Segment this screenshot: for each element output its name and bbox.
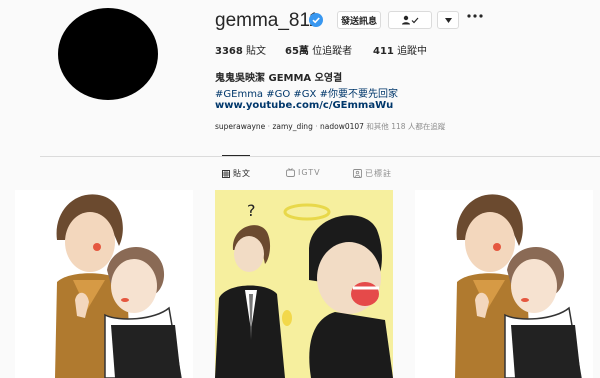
tab-label: 已標註 xyxy=(365,169,392,178)
cartoon-illustration: ? xyxy=(215,190,393,378)
posts-count-stat: 3368 貼文 xyxy=(215,46,267,57)
more-options-icon[interactable] xyxy=(467,14,483,18)
tab-label: IGTV xyxy=(298,168,321,177)
caret-down-icon xyxy=(444,17,452,23)
person-check-icon xyxy=(402,15,419,25)
profile-external-link[interactable]: www.youtube.com/c/GEmmaWu xyxy=(215,100,393,111)
post-thumbnail[interactable] xyxy=(415,190,593,378)
message-button[interactable]: 發送訊息 xyxy=(337,11,381,29)
followed-by-user[interactable]: nadow0107 xyxy=(320,122,364,131)
username: gemma_811 xyxy=(215,10,320,31)
svg-text:?: ? xyxy=(247,201,256,220)
tab-tagged[interactable]: 已標註 xyxy=(353,168,392,179)
followers-count-stat[interactable]: 65萬 位追蹤者 xyxy=(285,42,352,57)
profile-avatar[interactable] xyxy=(58,8,158,100)
following-button[interactable] xyxy=(388,11,432,29)
following-count-stat[interactable]: 411 追蹤中 xyxy=(373,42,427,57)
profile-hashtags[interactable]: #GEmma #GO #GX #你要不要先回家 xyxy=(215,85,398,100)
tab-label: 貼文 xyxy=(233,169,251,178)
followed-by-line[interactable]: superawayne · zamy_ding · nadow0107 和其他 … xyxy=(215,121,445,132)
igtv-icon xyxy=(286,168,295,177)
suggestions-dropdown-button[interactable] xyxy=(437,11,459,29)
tab-igtv[interactable]: IGTV xyxy=(286,168,321,177)
tagged-icon xyxy=(353,169,362,178)
profile-full-name: 鬼鬼吳映潔 GEMMA 오영결 xyxy=(215,73,343,84)
active-tab-indicator xyxy=(222,155,250,156)
followed-by-user[interactable]: superawayne xyxy=(215,122,265,131)
followed-by-user[interactable]: zamy_ding xyxy=(272,122,312,131)
followed-by-suffix: 和其他 118 人都在追蹤 xyxy=(366,122,446,131)
tab-posts[interactable]: 貼文 xyxy=(222,168,251,179)
couple-illustration xyxy=(415,190,593,378)
tabs-divider xyxy=(40,156,600,157)
post-thumbnail[interactable]: ? xyxy=(215,190,393,378)
couple-illustration xyxy=(15,190,193,378)
verified-badge-icon xyxy=(309,13,323,27)
post-thumbnail[interactable] xyxy=(15,190,193,378)
grid-icon xyxy=(222,169,230,178)
